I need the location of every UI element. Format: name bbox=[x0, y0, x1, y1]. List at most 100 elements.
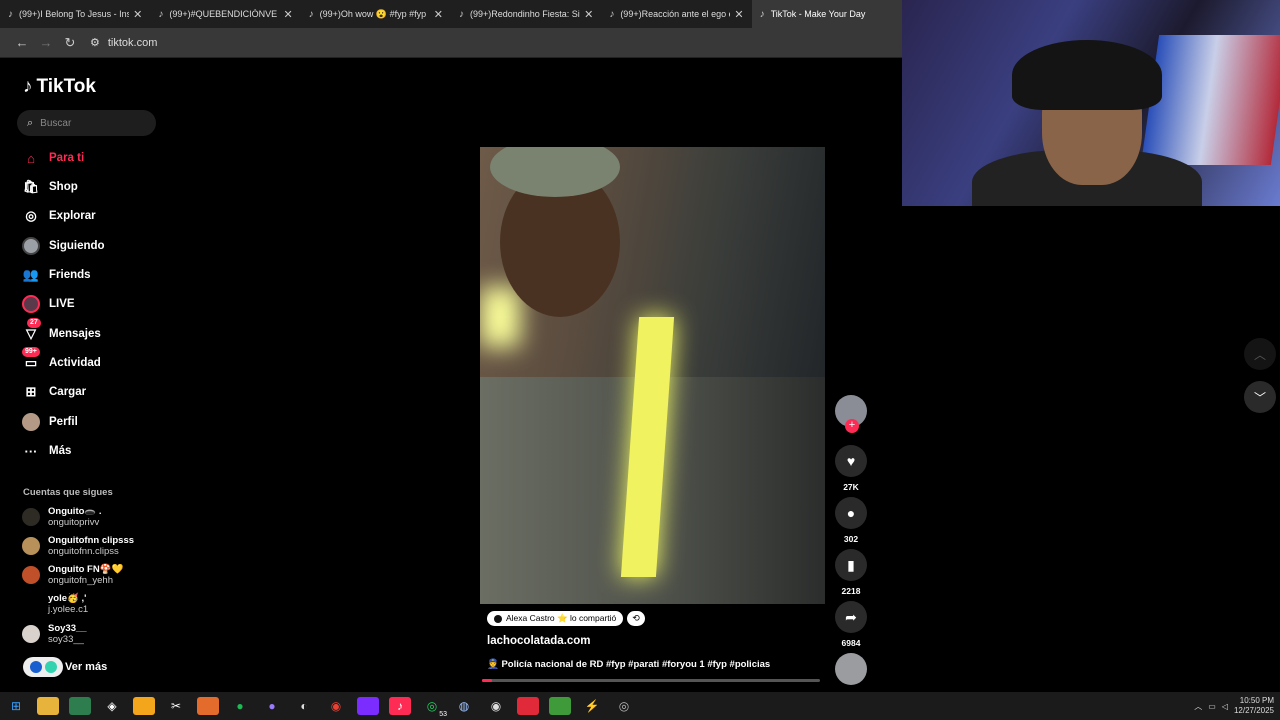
following-section-title: Cuentas que sigues bbox=[23, 487, 113, 498]
save-count: 2218 bbox=[841, 586, 861, 596]
close-tab-icon[interactable]: ✕ bbox=[283, 8, 292, 21]
browser-tab[interactable]: ♪ (99+)Oh wow 😮 #fyp #fyp ✕ bbox=[301, 0, 451, 28]
account-name: Soy33__ bbox=[48, 623, 87, 634]
browser-tab[interactable]: ♪ (99+)I Belong To Jesus - Inspi ✕ bbox=[0, 0, 150, 28]
sidebar-item-mas[interactable]: ··· Más bbox=[22, 440, 72, 462]
browser-tab[interactable]: ♪ (99+)Redondinho Fiesta: Sier ✕ bbox=[451, 0, 601, 28]
reposted-tag[interactable]: Alexa Castro ⭐ lo compartió bbox=[487, 611, 624, 626]
bookmark-icon: ▮ bbox=[835, 549, 867, 581]
sidebar-item-para-ti[interactable]: ⌂ Para ti bbox=[22, 147, 84, 169]
sidebar-item-label: Perfil bbox=[49, 416, 78, 428]
spotify-icon[interactable]: ● bbox=[229, 697, 251, 715]
close-tab-icon[interactable]: ✕ bbox=[434, 8, 443, 21]
save-button[interactable]: ▮ 2218 bbox=[835, 549, 867, 596]
tray-chevron-icon[interactable]: ︿ bbox=[1194, 701, 1202, 712]
see-more-link[interactable]: Ver más bbox=[23, 656, 107, 678]
profile-icon bbox=[22, 413, 40, 431]
following-account[interactable]: Onguitofnn clipsss onguitofnn.clipss bbox=[22, 535, 134, 557]
sidebar-item-label: Cargar bbox=[49, 386, 87, 398]
video-author[interactable]: lachocolatada.com bbox=[487, 635, 591, 647]
steam-icon[interactable]: ◍ bbox=[453, 697, 475, 715]
sound-disc-icon bbox=[835, 653, 867, 685]
close-tab-icon[interactable]: ✕ bbox=[734, 8, 743, 21]
network-icon[interactable]: ▭ bbox=[1208, 702, 1216, 711]
sidebar-item-mensajes[interactable]: ▽ 27 Mensajes bbox=[22, 318, 101, 345]
follow-plus-icon[interactable]: + bbox=[845, 419, 859, 433]
browser-tab-active[interactable]: ♪ TikTok - Make Your Day bbox=[751, 0, 902, 28]
friends-icon: 👥 bbox=[22, 267, 40, 282]
whatsapp-badge: 53 bbox=[439, 711, 447, 718]
tiktok-logo[interactable]: ♪ TikTok bbox=[23, 76, 96, 98]
clock[interactable]: 10:50 PM 12/27/2025 bbox=[1234, 696, 1274, 716]
sound-disc-button[interactable] bbox=[835, 653, 867, 685]
app-icon[interactable] bbox=[197, 697, 219, 715]
discord-icon[interactable]: ● bbox=[261, 697, 283, 715]
chrome-icon[interactable]: ◉ bbox=[325, 697, 347, 715]
obs-icon[interactable] bbox=[517, 697, 539, 715]
site-info-icon[interactable]: ⚙ bbox=[90, 36, 100, 49]
reload-icon[interactable]: ↻ bbox=[58, 35, 82, 51]
comment-button[interactable]: ● 302 bbox=[835, 497, 867, 544]
sidebar-item-perfil[interactable]: Perfil bbox=[22, 411, 78, 433]
sidebar-item-cargar[interactable]: ⊞ Cargar bbox=[22, 381, 87, 403]
app-icon[interactable]: ◐ bbox=[293, 697, 315, 715]
back-icon[interactable]: ← bbox=[10, 35, 34, 50]
share-button[interactable]: ➦ 6984 bbox=[835, 601, 867, 648]
video-progress-bar[interactable] bbox=[482, 679, 820, 682]
sidebar-item-actividad[interactable]: ▭ 99+ Actividad bbox=[22, 347, 101, 374]
upload-icon: ⊞ bbox=[25, 384, 37, 399]
whatsapp-icon[interactable]: ◎ 53 bbox=[421, 697, 447, 718]
floating-widget[interactable] bbox=[23, 657, 63, 677]
forward-icon[interactable]: → bbox=[34, 35, 58, 50]
sidebar-item-explorar[interactable]: ◎ Explorar bbox=[22, 205, 95, 227]
app-icon[interactable] bbox=[133, 697, 155, 715]
following-account[interactable]: Soy33__ soy33__ bbox=[22, 623, 87, 645]
like-button[interactable]: ♥ 27K bbox=[835, 445, 867, 492]
sidebar-item-siguiendo[interactable]: Siguiendo bbox=[22, 235, 105, 257]
following-account[interactable]: yole🥳 ,' j.yolee.c1 bbox=[22, 593, 88, 615]
app-icon[interactable]: ◉ bbox=[485, 697, 507, 715]
creator-avatar-button[interactable]: + bbox=[835, 395, 867, 433]
app-icon[interactable]: ◈ bbox=[101, 697, 123, 715]
chevron-down-icon: ﹀ bbox=[1253, 390, 1266, 405]
shopping-bag-icon: 🛍 bbox=[22, 179, 40, 194]
app-icon[interactable]: ⚡ bbox=[581, 697, 603, 715]
terminal-icon[interactable] bbox=[69, 697, 91, 715]
sidebar-item-friends[interactable]: 👥 Friends bbox=[22, 264, 91, 286]
logo-text: TikTok bbox=[36, 76, 96, 97]
app-icon[interactable]: ◎ bbox=[613, 697, 635, 715]
sidebar-item-live[interactable]: LIVE bbox=[22, 293, 75, 315]
search-input[interactable]: ⌕ Buscar bbox=[17, 110, 156, 136]
file-explorer-icon[interactable] bbox=[37, 697, 59, 715]
minecraft-icon[interactable] bbox=[549, 697, 571, 715]
browser-tab[interactable]: ♪ (99+)Reacción ante el ego en ✕ bbox=[601, 0, 751, 28]
volume-icon[interactable]: ◁ bbox=[1222, 702, 1228, 711]
close-tab-icon[interactable]: ✕ bbox=[584, 8, 593, 21]
url-field[interactable]: ⚙ tiktok.com bbox=[90, 36, 157, 50]
previous-video-button[interactable]: ︿ bbox=[1244, 338, 1276, 370]
repost-icon[interactable]: ⟲ bbox=[627, 611, 645, 626]
tiktok-icon[interactable]: ♪ bbox=[389, 697, 411, 715]
sidebar-item-label: Siguiendo bbox=[49, 240, 105, 252]
following-account[interactable]: Onguito🕳️ . onguitoprivv bbox=[22, 506, 102, 528]
app-icon[interactable] bbox=[357, 697, 379, 715]
next-video-button[interactable]: ﹀ bbox=[1244, 381, 1276, 413]
account-name: Onguito🕳️ . bbox=[48, 506, 102, 517]
tiktok-note-icon: ♪ bbox=[23, 76, 33, 97]
tiktok-favicon-icon: ♪ bbox=[308, 8, 314, 20]
see-more-label: Ver más bbox=[65, 661, 108, 673]
following-account[interactable]: Onguito FN🍄💛 onguitofn_yehh bbox=[22, 564, 123, 586]
account-avatar bbox=[22, 508, 40, 526]
windows-start-icon[interactable]: ⊞ bbox=[5, 697, 27, 715]
share-icon: ➦ bbox=[835, 601, 867, 633]
account-handle: onguitofn_yehh bbox=[48, 575, 113, 586]
browser-tab[interactable]: ♪ (99+)#QUEBENDICIÓNVE | ti ✕ bbox=[150, 0, 300, 28]
more-icon: ··· bbox=[24, 443, 38, 459]
chevron-up-icon: ︿ bbox=[1253, 347, 1266, 362]
close-tab-icon[interactable]: ✕ bbox=[133, 8, 142, 21]
account-name: Onguito FN🍄💛 bbox=[48, 564, 124, 575]
system-tray: ︿ ▭ ◁ 10:50 PM 12/27/2025 bbox=[1194, 692, 1274, 720]
capcut-icon[interactable]: ✂ bbox=[165, 697, 187, 715]
video-player[interactable] bbox=[480, 147, 825, 604]
sidebar-item-shop[interactable]: 🛍 Shop bbox=[22, 176, 78, 198]
